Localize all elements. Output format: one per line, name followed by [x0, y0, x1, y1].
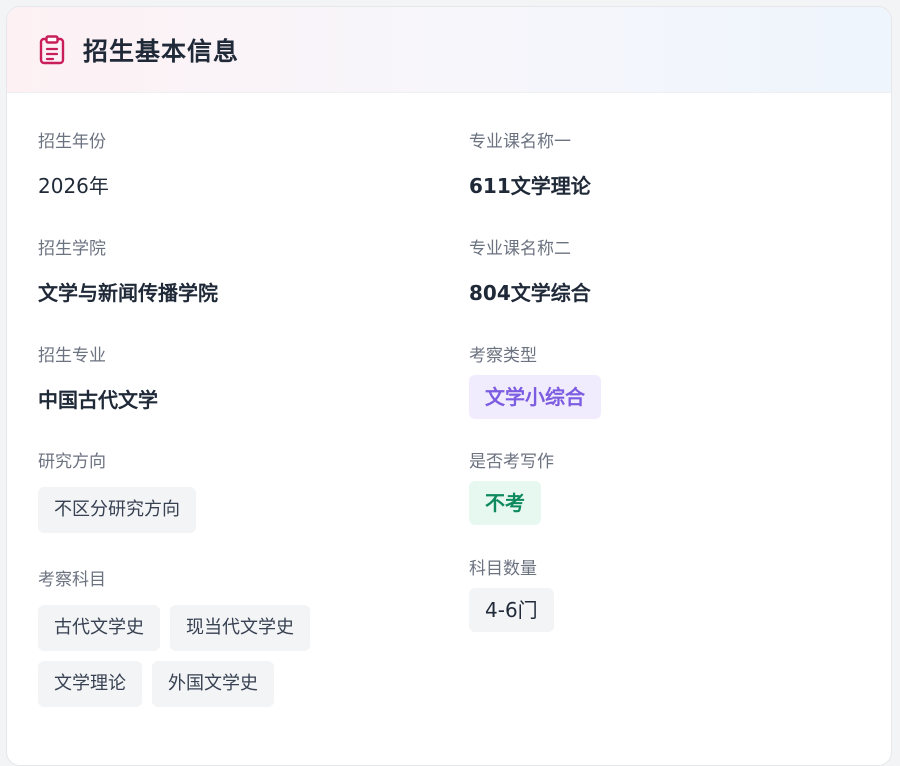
exam-type-label: 考察类型 [469, 346, 537, 366]
field-subject-count: 科目数量 4-6门 [469, 558, 554, 632]
field-year: 招生年份 2026年 [38, 131, 109, 199]
subject-tag: 文学理论 [38, 661, 142, 707]
subject-count-label: 科目数量 [469, 559, 537, 579]
major-value: 中国古代文学 [38, 388, 158, 412]
field-college: 招生学院 文学与新闻传播学院 [38, 238, 218, 306]
field-course1: 专业课名称一 611文学理论 [469, 131, 591, 199]
exam-type-badge: 文学小综合 [469, 375, 601, 419]
college-label: 招生学院 [38, 239, 106, 259]
field-subjects: 考察科目 古代文学史 现当代文学史 文学理论 外国文学史 [38, 569, 358, 707]
writing-label: 是否考写作 [469, 452, 554, 472]
major-label: 招生专业 [38, 346, 106, 366]
direction-tag: 不区分研究方向 [38, 487, 196, 533]
course1-label: 专业课名称一 [469, 132, 571, 152]
writing-badge: 不考 [469, 481, 541, 525]
subject-tag: 外国文学史 [152, 661, 274, 707]
subjects-label: 考察科目 [38, 570, 106, 590]
course2-value: 804文学综合 [469, 281, 591, 305]
subject-tag: 古代文学史 [38, 605, 160, 651]
course1-value: 611文学理论 [469, 174, 591, 198]
subject-count-badge: 4-6门 [469, 588, 554, 632]
year-value: 2026年 [38, 174, 109, 198]
college-value: 文学与新闻传播学院 [38, 281, 218, 305]
course2-label: 专业课名称二 [469, 239, 571, 259]
card-header: 招生基本信息 [7, 7, 891, 93]
field-major: 招生专业 中国古代文学 [38, 345, 158, 413]
field-course2: 专业课名称二 804文学综合 [469, 238, 591, 306]
admission-info-card: 招生基本信息 招生年份 2026年 招生学院 文学与新闻传播学院 招生专业 中国… [6, 6, 892, 766]
direction-label: 研究方向 [38, 452, 106, 472]
subject-tag: 现当代文学史 [170, 605, 310, 651]
clipboard-icon [37, 34, 67, 65]
subjects-tag-list: 古代文学史 现当代文学史 文学理论 外国文学史 [38, 605, 358, 707]
field-writing: 是否考写作 不考 [469, 451, 554, 525]
field-exam-type: 考察类型 文学小综合 [469, 345, 601, 419]
year-label: 招生年份 [38, 132, 106, 152]
field-direction: 研究方向 不区分研究方向 [38, 451, 196, 533]
card-title: 招生基本信息 [83, 36, 240, 66]
